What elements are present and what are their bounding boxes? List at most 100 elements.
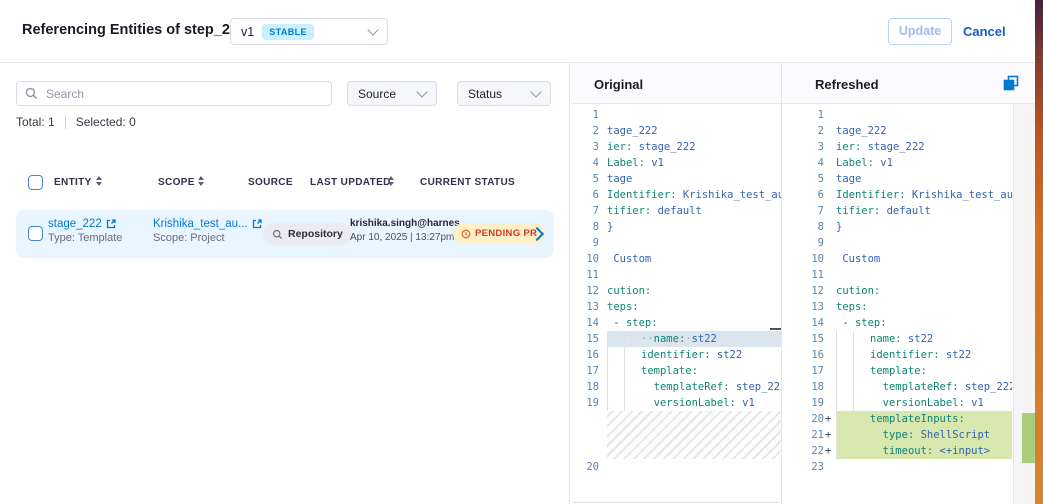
indent-guide — [624, 379, 641, 395]
line-number: 6 — [571, 187, 599, 203]
indent-guide — [836, 411, 853, 427]
column-header-scope: SCOPE — [158, 177, 195, 188]
code-line: 2tage_222 — [782, 123, 1012, 139]
diff-add-marker — [824, 363, 836, 379]
line-number: 8 — [782, 219, 824, 235]
sort-entity-icon[interactable] — [96, 176, 102, 186]
line-number: 3 — [782, 139, 824, 155]
diff-add-marker — [824, 123, 836, 139]
selected-count: Selected: 0 — [76, 115, 136, 129]
version-selector[interactable]: v1 STABLE — [230, 18, 388, 45]
line-number: 1 — [571, 107, 599, 123]
line-number: 4 — [571, 155, 599, 171]
line-number: 14 — [571, 315, 599, 331]
scope-type: Scope: Project — [153, 232, 262, 244]
code-line: 18 templateRef: step_222 — [571, 379, 781, 395]
indent-guide — [853, 427, 870, 443]
diff-add-marker: + — [824, 443, 836, 459]
entity-link[interactable]: stage_222 — [48, 218, 122, 230]
refreshed-code-editor[interactable]: 12tage_2223ier: stage_2224Label: v15tage… — [782, 104, 1012, 504]
source-tag: Repository — [263, 223, 352, 245]
page-title: Referencing Entities of step_222 — [22, 22, 246, 38]
code-line: 19 versionLabel: v1 — [782, 395, 1012, 411]
entity-cell: stage_222 Type: Template — [48, 218, 122, 244]
column-header-current-status: CURRENT STATUS — [420, 177, 515, 188]
diff-add-marker — [824, 219, 836, 235]
line-number: 6 — [782, 187, 824, 203]
search-box — [16, 81, 332, 106]
line-number: 10 — [782, 251, 824, 267]
indent-guide — [853, 411, 870, 427]
code-line: 16identifier: st22 — [782, 347, 1012, 363]
diff-add-marker — [824, 395, 836, 411]
code-line: 9 — [782, 235, 1012, 251]
select-all-checkbox[interactable] — [28, 175, 43, 190]
indent-guide — [836, 427, 853, 443]
horizontal-scrollbar[interactable] — [573, 502, 779, 503]
line-number: 13 — [571, 299, 599, 315]
refreshed-panel-title: Refreshed — [815, 77, 879, 92]
diff-add-marker — [824, 139, 836, 155]
indent-guide — [624, 395, 641, 411]
search-input[interactable] — [44, 86, 323, 102]
code-line: 10 Custom — [782, 251, 1012, 267]
sort-scope-icon[interactable] — [198, 176, 204, 186]
overview-ruler-cursor-marker — [770, 328, 781, 330]
line-number: 21 — [782, 427, 824, 443]
diff-collapsed-region — [607, 411, 781, 459]
line-number: 13 — [782, 299, 824, 315]
indent-guide — [853, 331, 870, 347]
line-number: 9 — [782, 235, 824, 251]
line-number: 18 — [571, 379, 599, 395]
column-header-source: SOURCE — [248, 177, 293, 188]
diff-add-marker — [824, 331, 836, 347]
diff-add-marker — [824, 379, 836, 395]
line-number: 2 — [571, 123, 599, 139]
sort-last-updated-icon[interactable] — [388, 176, 394, 186]
line-number: 18 — [782, 379, 824, 395]
scope-cell: Krishika_test_au... Scope: Project — [153, 218, 262, 244]
indent-guide — [836, 347, 853, 363]
copy-icon[interactable] — [1003, 75, 1019, 91]
diff-add-marker — [824, 459, 836, 475]
search-icon — [25, 87, 38, 100]
indent-guide — [853, 395, 870, 411]
diff-add-marker — [824, 347, 836, 363]
code-line: 15name: st22 — [782, 331, 1012, 347]
code-line: 17template: — [782, 363, 1012, 379]
indent-guide — [853, 379, 870, 395]
diff-add-marker — [824, 251, 836, 267]
scope-link[interactable]: Krishika_test_au... — [153, 218, 262, 230]
indent-guide — [836, 395, 853, 411]
code-line: 11 — [782, 267, 1012, 283]
code-line: 14 - step: — [782, 315, 1012, 331]
overview-ruler-added-marker — [1022, 413, 1035, 463]
table-row[interactable]: stage_222 Type: Template Krishika_test_a… — [16, 210, 554, 258]
code-line: 5tage — [782, 171, 1012, 187]
source-filter-select[interactable]: Source — [347, 81, 437, 106]
entity-name: stage_222 — [48, 218, 102, 230]
cancel-button[interactable]: Cancel — [963, 24, 1006, 39]
line-number: 12 — [571, 283, 599, 299]
code-line: 3ier: stage_222 — [571, 139, 781, 155]
row-checkbox[interactable] — [28, 226, 43, 241]
stable-badge: STABLE — [262, 24, 314, 40]
line-number: 15 — [782, 331, 824, 347]
diff-add-marker — [824, 203, 836, 219]
code-line: 21+ type: ShellScript — [782, 427, 1012, 443]
line-number: 4 — [782, 155, 824, 171]
code-line: 20+templateInputs: — [782, 411, 1012, 427]
line-number: 3 — [571, 139, 599, 155]
original-code-editor[interactable]: 12tage_2223ier: stage_2224Label: v15tage… — [571, 104, 781, 504]
line-number: 7 — [782, 203, 824, 219]
status-filter-select[interactable]: Status — [457, 81, 551, 106]
overview-ruler[interactable] — [1013, 104, 1036, 504]
code-line: 15··name:·st22 — [571, 331, 781, 347]
line-number: 8 — [571, 219, 599, 235]
code-line: 6Identifier: Krishika_test_aut — [571, 187, 781, 203]
update-button[interactable]: Update — [888, 18, 952, 45]
window-edge-strip — [1035, 0, 1043, 504]
chevron-down-icon — [530, 86, 541, 97]
code-line: 5tage — [571, 171, 781, 187]
code-line: 1 — [571, 107, 781, 123]
